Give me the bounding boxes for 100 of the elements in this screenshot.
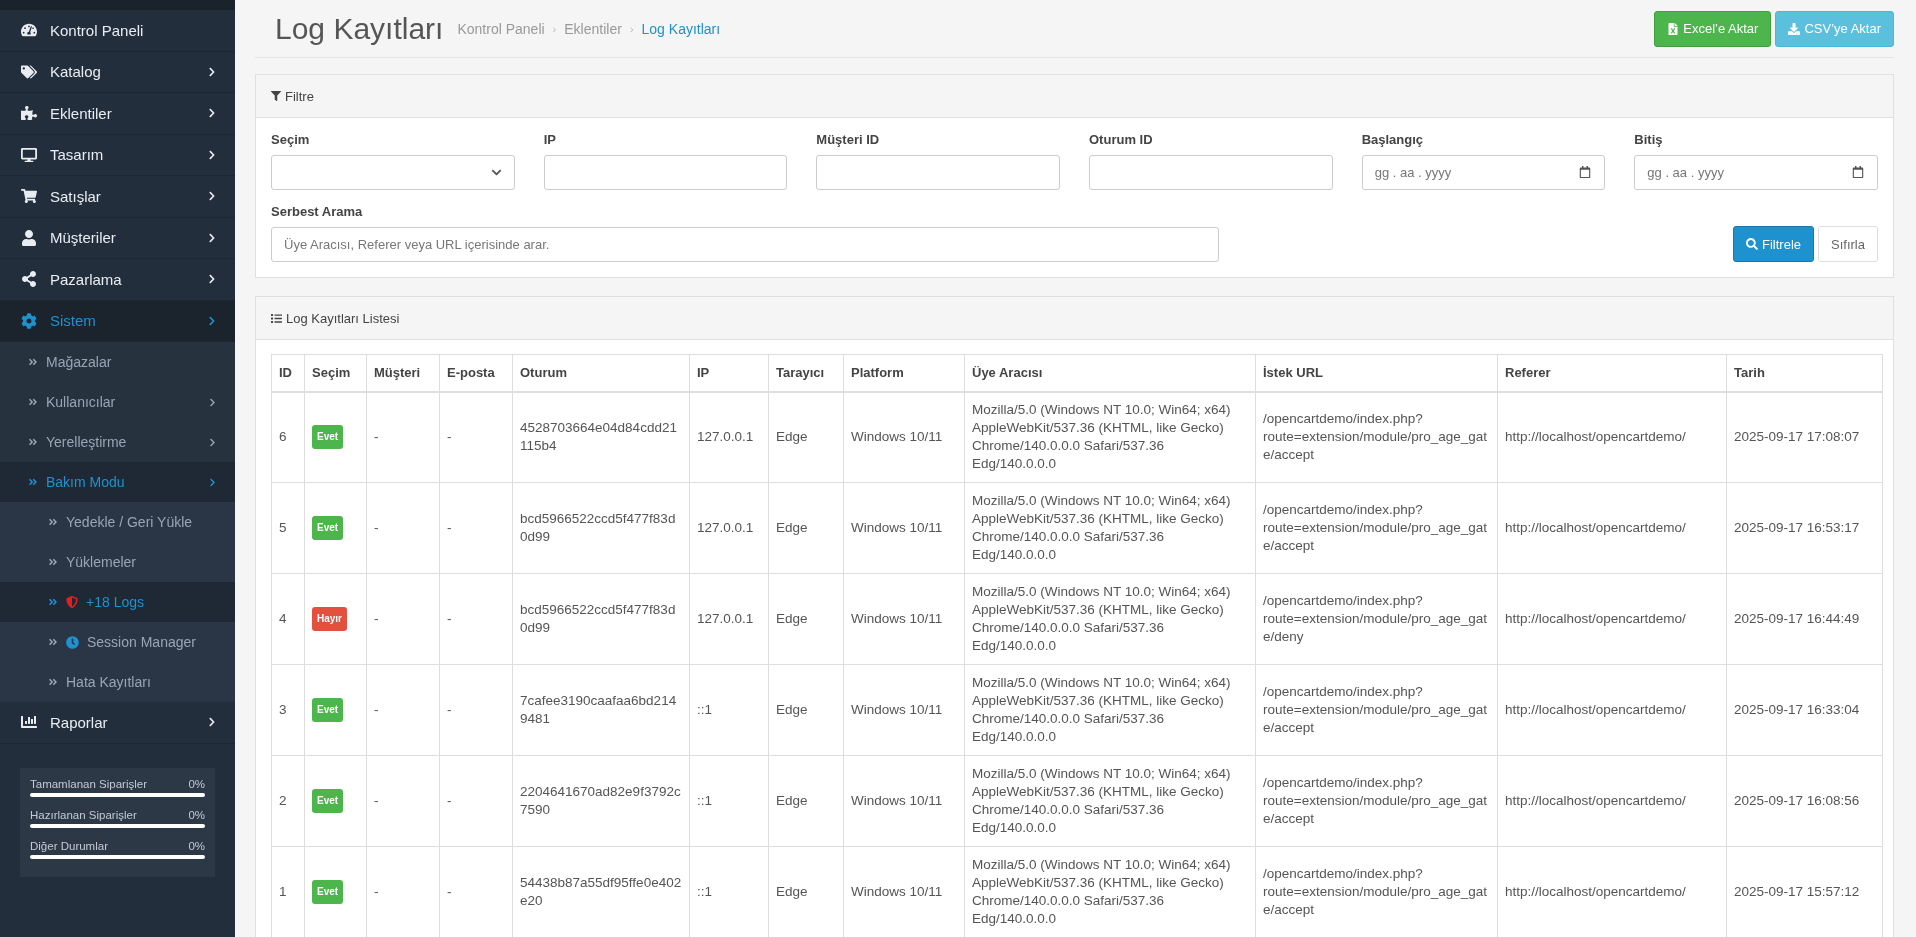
date-field[interactable]: gg . aa . yyyy (1634, 155, 1878, 190)
input-field[interactable] (543, 155, 788, 190)
tags-icon (20, 63, 38, 80)
monitor-icon (20, 146, 38, 163)
sidebar-subitem[interactable]: Session Manager (0, 622, 235, 662)
shield-icon (66, 596, 78, 608)
table-cell: - (439, 664, 513, 756)
stat-reading: 0% (188, 839, 205, 852)
field-label: Başlangıç (1361, 132, 1425, 147)
column-header: Platform (843, 354, 965, 392)
sidebar-subitem[interactable]: Yedekle / Geri Yükle (0, 502, 235, 542)
bar-chart-icon (20, 714, 38, 731)
stat-reading: 0% (188, 777, 205, 790)
table-cell: 127.0.0.1 (689, 573, 769, 665)
search-icon (1746, 238, 1758, 250)
chevron-icon (207, 315, 217, 326)
table-cell: 1 (271, 846, 305, 937)
status-badge: Evet (312, 425, 344, 450)
share-icon (20, 271, 38, 288)
search-field[interactable]: Üye Aracısı, Referer veya URL içerisinde arar. (271, 227, 1220, 262)
double-chevron-icon (28, 357, 38, 367)
calendar-icon (1579, 166, 1592, 178)
table-cell: 2204641670ad82e9f3792c7590 (512, 755, 690, 847)
date-field[interactable]: gg . aa . yyyy (1361, 155, 1606, 190)
table-cell: - (366, 664, 440, 756)
column-header: ID (271, 354, 305, 392)
sidebar-item[interactable]: Sistem (0, 300, 235, 342)
table-cell: Windows 10/11 (843, 573, 965, 665)
select-field[interactable] (271, 155, 515, 190)
status-badge: Hayır (312, 607, 347, 631)
table-cell: 2025-09-17 16:33:04 (1726, 664, 1883, 756)
table-cell: 127.0.0.1 (689, 391, 769, 483)
action-button[interactable]: Sıfırla (1818, 226, 1878, 262)
field-label: Serbest Arama (271, 204, 364, 219)
table-cell: - (439, 573, 513, 665)
table-cell: - (366, 755, 440, 847)
list-icon (271, 312, 282, 324)
table-cell: http://localhost/opencartdemo/ (1497, 482, 1727, 574)
table-cell: /opencartdemo/index.php?route=extension/module/pro_age_gate/accept (1255, 482, 1498, 574)
field-label: Oturum ID (1089, 132, 1154, 147)
status-badge: Evet (312, 880, 344, 904)
table-cell: Edge (768, 664, 844, 756)
field-label: Müşteri ID (816, 132, 881, 147)
table-cell: Windows 10/11 (843, 755, 965, 847)
stat-label: Diğer Durumlar (30, 839, 108, 852)
sidebar-subitem[interactable]: Yüklemeler (0, 542, 235, 582)
panel-title: Log Kayıtları Listesi (286, 310, 400, 326)
column-header: E-posta (439, 354, 513, 392)
table-cell: 7cafee3190caafaa6bd2149481 (512, 664, 690, 756)
table-cell: Mozilla/5.0 (Windows NT 10.0; Win64; x64) AppleWebKit/537.36 (KHTML, like Gecko) Chrome/140.0.0.0 Safari/537.36 Edg/140.0.0.0 (964, 573, 1256, 665)
column-header: Oturum (512, 354, 690, 392)
input-field[interactable] (1089, 155, 1333, 190)
table-cell: bcd5966522ccd5f477f83d0d99 (512, 573, 690, 665)
clock-icon (66, 635, 79, 649)
table-cell: Mozilla/5.0 (Windows NT 10.0; Win64; x64) AppleWebKit/537.36 (KHTML, like Gecko) Chrome/140.0.0.0 Safari/537.36 Edg/140.0.0.0 (964, 755, 1256, 847)
table-cell: 4528703664e04d84cdd21115b4 (512, 391, 690, 483)
sidebar-subitem[interactable]: Mağazalar (0, 342, 235, 382)
table-cell: - (439, 391, 513, 483)
table-cell: - (439, 482, 513, 574)
sidebar-subitem[interactable]: +18 Logs (0, 582, 235, 622)
gear-icon (20, 312, 38, 329)
breadcrumb-link[interactable]: Log Kayıtları (641, 20, 721, 37)
double-chevron-icon (28, 477, 38, 487)
stat-label: Hazırlanan Siparişler (30, 808, 137, 821)
table-cell: - (439, 755, 513, 847)
chevron-icon (207, 66, 217, 77)
table-cell: 2025-09-17 16:53:17 (1726, 482, 1883, 574)
page-title: Log Kayıtları (275, 11, 444, 46)
status-badge: Evet (312, 516, 344, 540)
table-cell: 5 (271, 482, 305, 574)
caret-icon (490, 167, 502, 178)
stat-label: Tamamlanan Siparişler (30, 777, 147, 790)
table-cell: Edge (768, 573, 844, 665)
action-button[interactable]: Excel’e Aktar (1654, 10, 1772, 47)
table-cell: 6 (271, 391, 305, 483)
table-cell: Mozilla/5.0 (Windows NT 10.0; Win64; x64) AppleWebKit/537.36 (KHTML, like Gecko) Chrome/140.0.0.0 Safari/537.36 Edg/140.0.0.0 (964, 482, 1256, 574)
cart-icon (20, 188, 38, 205)
table-cell: Mozilla/5.0 (Windows NT 10.0; Win64; x64) AppleWebKit/537.36 (KHTML, like Gecko) Chrome/140.0.0.0 Safari/537.36 Edg/140.0.0.0 (964, 664, 1256, 756)
action-button[interactable]: Filtrele (1733, 226, 1815, 262)
sidebar-subitem[interactable]: Kullanıcılar (0, 382, 235, 422)
double-chevron-icon (48, 597, 58, 607)
column-header: Seçim (304, 354, 367, 392)
sidebar-subitem[interactable]: Hata Kayıtları (0, 662, 235, 702)
chevron-icon (207, 232, 217, 243)
table-cell: 4 (271, 573, 305, 665)
table-cell: Edge (768, 482, 844, 574)
table-cell: Windows 10/11 (843, 664, 965, 756)
double-chevron-icon (48, 637, 58, 647)
status-badge: Evet (312, 789, 344, 813)
chevron-icon (208, 437, 217, 447)
table-cell: /opencartdemo/index.php?route=extension/module/pro_age_gate/accept (1255, 755, 1498, 847)
breadcrumb-link[interactable]: Kontrol Paneli (457, 20, 545, 37)
input-field[interactable] (816, 155, 1060, 190)
table-cell: http://localhost/opencartdemo/ (1497, 573, 1727, 665)
breadcrumb-link[interactable]: Eklentiler (564, 20, 622, 37)
chevron-icon (207, 274, 217, 285)
dashboard-icon (20, 22, 38, 39)
sidebar-subitem[interactable]: Bakım Modu (0, 462, 235, 502)
sidebar-subitem[interactable]: Yerelleştirme (0, 422, 235, 462)
double-chevron-icon (28, 437, 38, 447)
